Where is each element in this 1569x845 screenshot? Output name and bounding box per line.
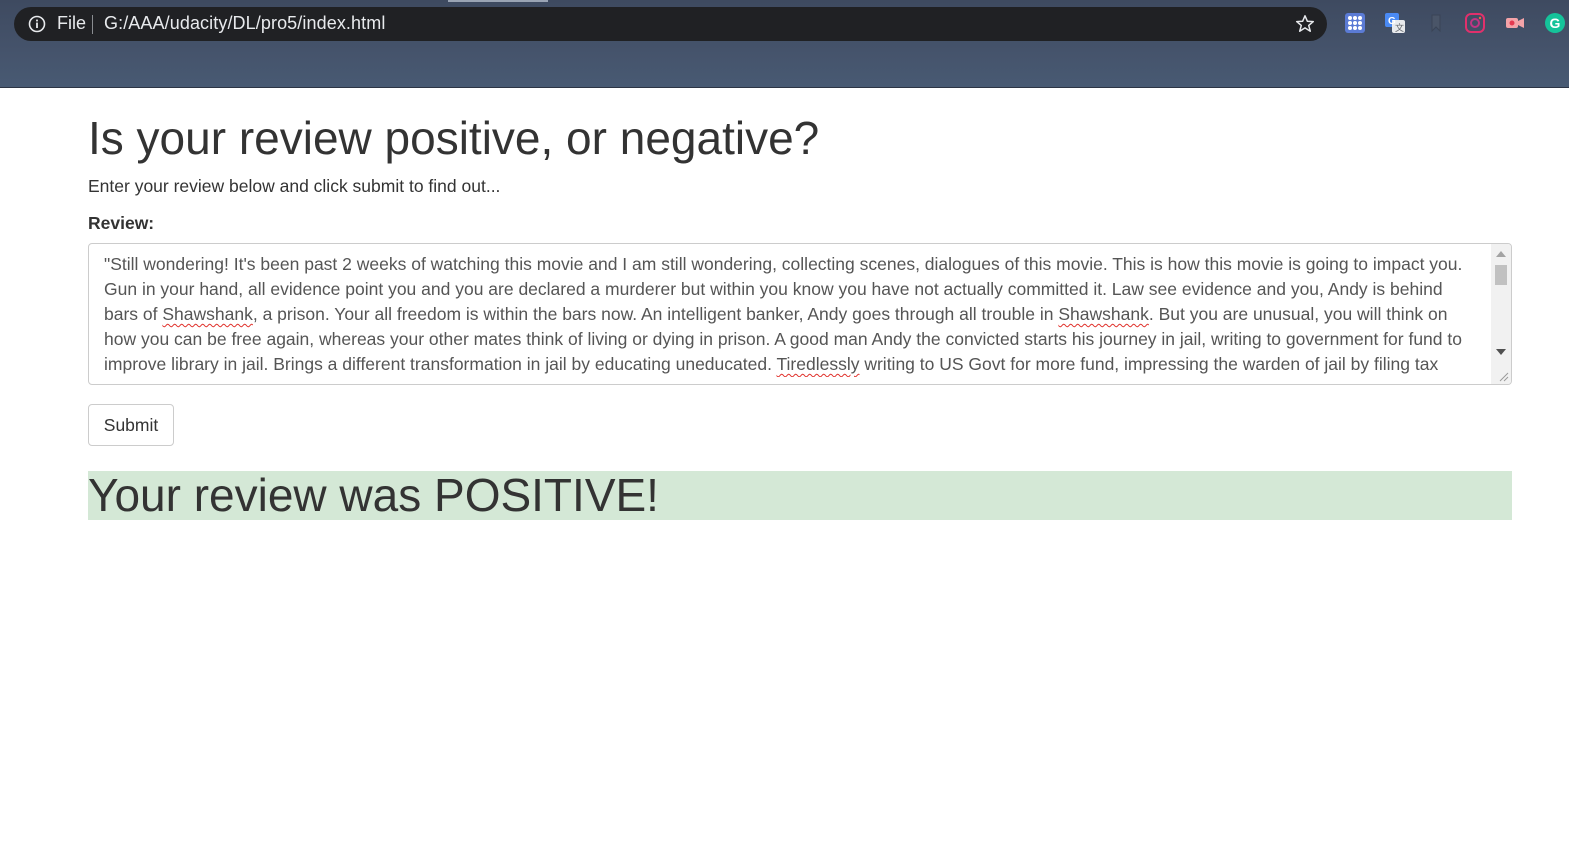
misspelled-word: Tiredlessly [776,354,860,374]
submit-button[interactable]: Submit [88,404,174,446]
video-record-icon[interactable] [1504,12,1526,34]
bookmark-star-icon[interactable] [1295,14,1315,34]
page-title: Is your review positive, or negative? [88,112,820,164]
scroll-down-arrow-icon[interactable] [1496,349,1506,355]
scrollbar-thumb[interactable] [1495,265,1507,285]
misspelled-word: Shawshank [162,304,253,324]
file-scheme-label: File [57,13,87,33]
google-translate-icon[interactable]: G 文 [1384,12,1406,34]
scroll-up-arrow-icon[interactable] [1496,251,1506,257]
apps-grid-icon[interactable] [1344,12,1366,34]
instagram-icon[interactable] [1464,12,1486,34]
review-textarea[interactable]: "Still wondering! It's been past 2 weeks… [88,243,1512,385]
textarea-scrollbar[interactable] [1491,244,1511,384]
tab-indicator [448,0,548,2]
bookmark-icon[interactable] [1425,12,1447,34]
svg-text:文: 文 [1395,22,1404,34]
review-text-segment: , a prison. Your all freedom is within t… [252,304,1059,324]
resize-grip-icon[interactable] [1497,370,1509,382]
review-label: Review: [88,213,155,233]
page-subtitle: Enter your review below and click submit… [88,176,501,196]
info-icon[interactable] [28,15,46,33]
review-text[interactable]: "Still wondering! It's been past 2 weeks… [104,252,1474,377]
result-banner: Your review was POSITIVE! [88,469,1512,521]
url-text[interactable]: G:/AAA/udacity/DL/pro5/index.html [104,13,385,34]
address-separator [92,15,93,34]
misspelled-word: Shawshank [1058,304,1149,324]
svg-text:G: G [1550,15,1561,31]
browser-toolbar: File G:/AAA/udacity/DL/pro5/index.html G… [0,0,1569,88]
result-text: Your review was POSITIVE! [88,469,659,521]
grammarly-icon[interactable]: G [1544,12,1566,34]
address-bar[interactable]: File G:/AAA/udacity/DL/pro5/index.html [14,7,1327,41]
